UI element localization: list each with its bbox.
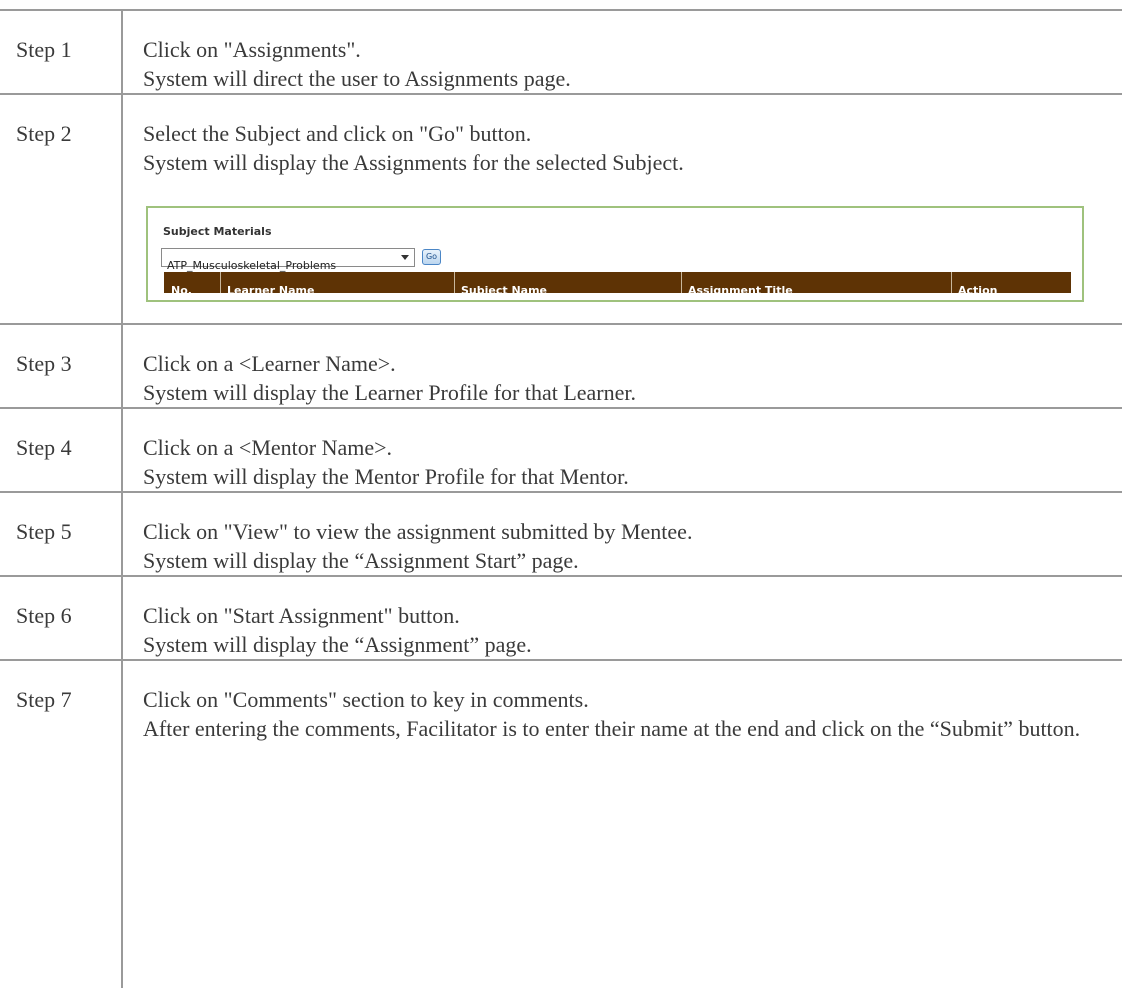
step-row: Step 3 Click on a <Learner Name>. System… [0, 323, 1122, 409]
step-result: System will display the “Assignment” pag… [143, 632, 532, 657]
step-label: Step 3 [0, 323, 123, 409]
step-action: Click on "Comments" section to key in co… [143, 687, 589, 712]
step-row: Step 2 Select the Subject and click on "… [0, 93, 1122, 325]
step-label: Step 4 [0, 407, 123, 493]
step-result: System will display the Assignments for … [143, 150, 684, 175]
column-header-no: No. [171, 284, 192, 297]
step-row: Step 7 Click on "Comments" section to ke… [0, 659, 1122, 988]
step-action: Select the Subject and click on "Go" but… [143, 121, 532, 146]
panel-title: Subject Materials [163, 225, 272, 238]
step-action: Click on "View" to view the assignment s… [143, 519, 693, 544]
step-result: System will direct the user to Assignmen… [143, 66, 571, 91]
assignments-grid-header: No. Learner Name Subject Name Assignment… [164, 272, 1071, 297]
subject-select[interactable]: ATP_Musculoskeletal_Problems [161, 248, 415, 272]
go-button[interactable]: Go [422, 249, 441, 265]
step-result: After entering the comments, Facilitator… [143, 716, 1081, 741]
step-row: Step 6 Click on "Start Assignment" butto… [0, 575, 1122, 661]
step-label: Step 2 [0, 93, 123, 325]
step-label: Step 6 [0, 575, 123, 661]
subject-select-value: ATP_Musculoskeletal_Problems [167, 259, 337, 272]
instructions-table: Step 1 Click on "Assignments". System wi… [0, 9, 1122, 988]
step-action: Click on "Start Assignment" button. [143, 603, 460, 628]
step-row: Step 1 Click on "Assignments". System wi… [0, 9, 1122, 95]
column-header-subject-name: Subject Name [461, 284, 548, 297]
subject-materials-screenshot: Subject Materials ATP_Musculoskeletal_Pr… [146, 206, 1084, 302]
step-label: Step 7 [0, 659, 123, 988]
step-label: Step 5 [0, 491, 123, 577]
step-action: Click on a <Mentor Name>. [143, 435, 393, 460]
column-header-learner-name: Learner Name [227, 284, 315, 297]
step-row: Step 4 Click on a <Mentor Name>. System … [0, 407, 1122, 493]
step-result: System will display the Learner Profile … [143, 380, 637, 405]
chevron-down-icon [401, 255, 409, 260]
step-row: Step 5 Click on "View" to view the assig… [0, 491, 1122, 577]
step-action: Click on a <Learner Name>. [143, 351, 396, 376]
column-header-action: Action [958, 284, 998, 297]
column-header-assignment-title: Assignment Title [688, 284, 793, 297]
step-action: Click on "Assignments". [143, 37, 361, 62]
step-result: System will display the Mentor Profile f… [143, 464, 629, 489]
step-label: Step 1 [0, 9, 123, 95]
step-result: System will display the “Assignment Star… [143, 548, 579, 573]
